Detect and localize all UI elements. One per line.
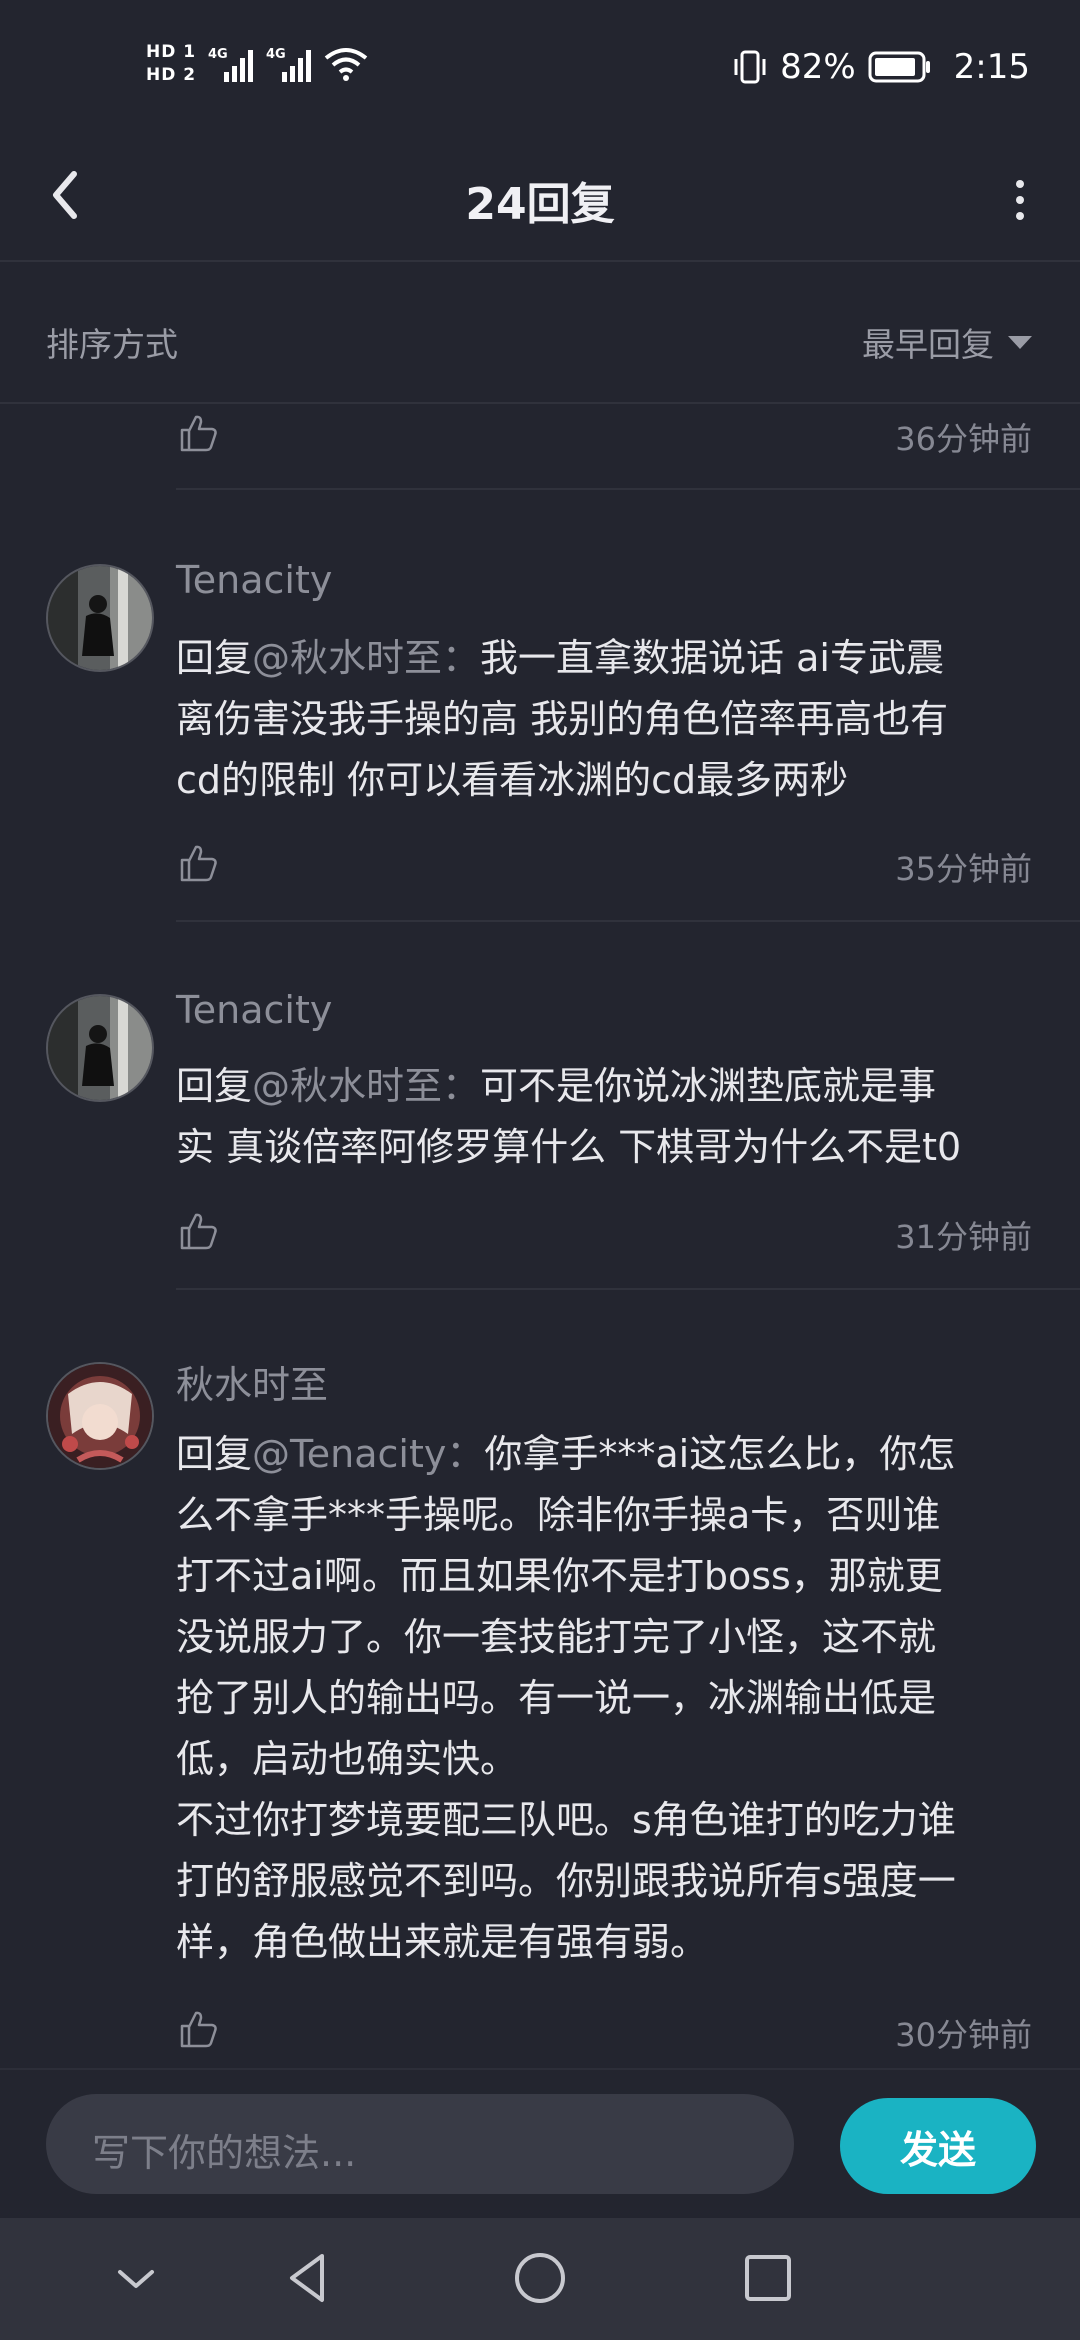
comment-author[interactable]: 秋水时至	[176, 1354, 328, 1409]
wifi-icon	[324, 48, 368, 81]
avatar[interactable]	[46, 994, 154, 1102]
hd-badge-1: HD 1	[146, 42, 197, 62]
mention-link[interactable]: @秋水时至	[252, 636, 442, 680]
svg-text:4G: 4G	[208, 47, 228, 62]
thumbs-up-icon[interactable]	[178, 842, 220, 884]
nav-recents-icon[interactable]	[738, 2248, 798, 2308]
signal-icon-1: 4G	[208, 44, 254, 84]
comment-time: 36分钟前	[895, 420, 1032, 458]
avatar[interactable]	[46, 1362, 154, 1470]
thumbs-up-icon[interactable]	[178, 412, 220, 454]
vibrate-icon	[734, 50, 766, 84]
mention-link[interactable]: @Tenacity	[252, 1432, 446, 1476]
sort-dropdown[interactable]: 最早回复	[862, 318, 1032, 366]
avatar[interactable]	[46, 564, 154, 672]
sort-value: 最早回复	[862, 325, 994, 364]
system-nav-bar	[0, 2218, 1080, 2340]
chevron-down-icon[interactable]	[106, 2248, 166, 2308]
comment-text: 回复@Tenacity：你拿手***ai这怎么比，你怎 么不拿手***手操呢。除…	[176, 1432, 956, 1964]
clock: 2:15	[953, 47, 1030, 87]
more-options-icon[interactable]	[1000, 170, 1040, 230]
nav-back-icon[interactable]	[278, 2248, 338, 2308]
divider	[176, 488, 1080, 490]
comment-author[interactable]: Tenacity	[176, 558, 332, 602]
send-button[interactable]: 发送	[840, 2098, 1036, 2194]
battery-percent: 82%	[780, 47, 856, 87]
thumbs-up-icon[interactable]	[178, 2008, 220, 2050]
comment-time: 30分钟前	[895, 2016, 1032, 2054]
svg-text:4G: 4G	[266, 47, 286, 62]
status-right: 82% 2:15	[732, 40, 1030, 94]
composer-bar: 写下你的想法... 发送	[0, 2068, 1080, 2220]
top-app-bar: 24回复	[0, 130, 1080, 262]
comment-text: 回复@秋水时至：我一直拿数据说话 ai专武震 离伤害没我手操的高 我别的角色倍率…	[176, 636, 949, 802]
sort-label: 排序方式	[46, 325, 178, 364]
signal-icon-2: 4G	[266, 44, 312, 84]
status-left: HD 1 HD 2 4G 4G	[146, 34, 368, 94]
hd-badge-2: HD 2	[146, 65, 197, 85]
page-title: 24回复	[465, 179, 615, 230]
thumbs-up-icon[interactable]	[178, 1210, 220, 1252]
sort-bar: 排序方式 最早回复	[0, 262, 1080, 404]
comment-author[interactable]: Tenacity	[176, 988, 332, 1032]
comment-input-placeholder: 写下你的想法...	[92, 2131, 357, 2175]
divider	[176, 1288, 1080, 1290]
comment-text: 回复@秋水时至：可不是你说冰渊垫底就是事 实 真谈倍率阿修罗算什么 下棋哥为什么…	[176, 1064, 962, 1169]
nav-home-icon[interactable]	[510, 2248, 570, 2308]
mention-link[interactable]: @秋水时至	[252, 1064, 442, 1108]
status-bar: HD 1 HD 2 4G 4G 82% 2:15	[0, 0, 1080, 120]
comment-input[interactable]: 写下你的想法...	[46, 2094, 794, 2194]
caret-down-icon	[1008, 335, 1032, 349]
comment-time: 31分钟前	[895, 1218, 1032, 1256]
battery-icon	[868, 51, 930, 83]
divider	[176, 920, 1080, 922]
comment-time: 35分钟前	[895, 850, 1032, 888]
